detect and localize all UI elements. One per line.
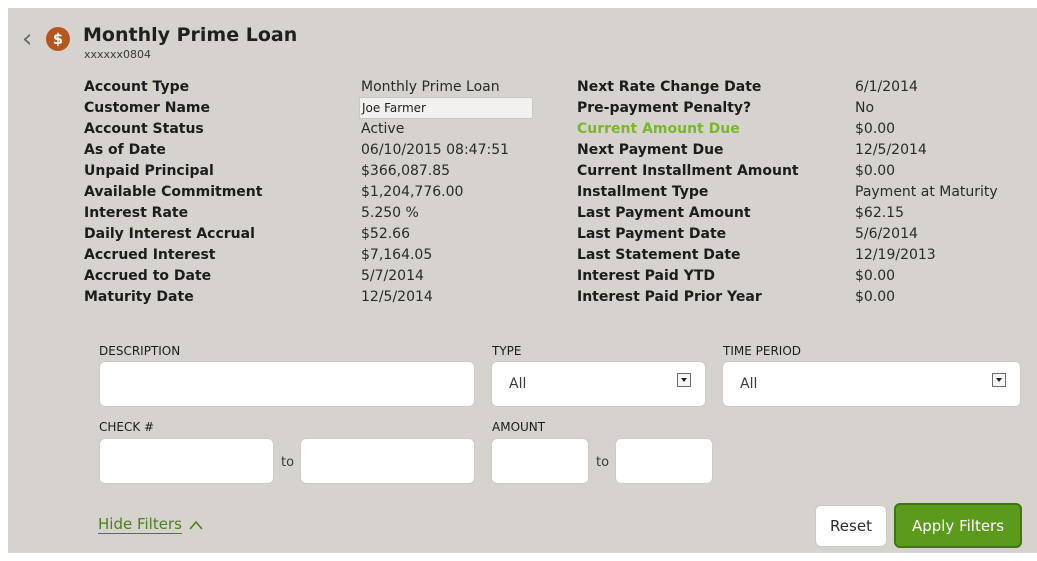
amount-to-input[interactable] (615, 438, 713, 484)
value-installment-type: Payment at Maturity (855, 184, 998, 200)
back-chevron-icon[interactable]: ‹ (22, 26, 36, 52)
value-account-status: Active (361, 121, 405, 137)
label-next-payment-due: Next Payment Due (577, 142, 724, 158)
label-current-installment-amount: Current Installment Amount (577, 163, 799, 179)
value-daily-interest-accrual: $52.66 (361, 226, 410, 242)
page-title: Monthly Prime Loan (83, 24, 298, 46)
check-to-input[interactable] (300, 438, 475, 484)
apply-filters-button[interactable]: Apply Filters (894, 503, 1022, 548)
label-as-of-date: As of Date (84, 142, 166, 158)
label-account-type: Account Type (84, 79, 190, 95)
label-installment-type: Installment Type (577, 184, 709, 200)
amount-from-input[interactable] (491, 438, 589, 484)
label-interest-paid-prior-year: Interest Paid Prior Year (577, 289, 762, 305)
time-period-select[interactable]: All (722, 361, 1021, 407)
label-current-amount-due: Current Amount Due (577, 121, 740, 137)
description-label: DESCRIPTION (99, 344, 181, 358)
check-range-to: to (281, 455, 295, 470)
time-period-label: TIME PERIOD (723, 344, 801, 358)
value-interest-paid-prior-year: $0.00 (855, 289, 896, 305)
label-last-payment-amount: Last Payment Amount (577, 205, 751, 221)
value-next-rate-change-date: 6/1/2014 (855, 79, 918, 95)
value-available-commitment: $1,204,776.00 (361, 184, 464, 200)
value-interest-paid-ytd: $0.00 (855, 268, 896, 284)
type-select[interactable]: All (491, 361, 706, 407)
type-select-value: All (509, 376, 527, 392)
type-label: TYPE (492, 344, 522, 358)
label-prepayment-penalty: Pre-payment Penalty? (577, 100, 752, 116)
check-from-input[interactable] (99, 438, 274, 484)
label-interest-rate: Interest Rate (84, 205, 189, 221)
value-current-amount-due: $0.00 (855, 121, 896, 137)
label-customer-name: Customer Name (84, 100, 210, 116)
label-daily-interest-accrual: Daily Interest Accrual (84, 226, 255, 242)
label-last-payment-date: Last Payment Date (577, 226, 727, 242)
label-accrued-to-date: Accrued to Date (84, 268, 212, 284)
value-unpaid-principal: $366,087.85 (361, 163, 451, 179)
value-as-of-date: 06/10/2015 08:47:51 (361, 142, 510, 158)
label-next-rate-change-date: Next Rate Change Date (577, 79, 762, 95)
label-accrued-interest: Accrued Interest (84, 247, 216, 263)
value-prepayment-penalty: No (855, 100, 875, 116)
reset-button[interactable]: Reset (815, 505, 887, 547)
customer-name-field[interactable]: Joe Farmer (359, 97, 533, 119)
hide-filters-link[interactable]: Hide Filters (98, 516, 182, 534)
dollar-coin-icon: $ (46, 27, 70, 51)
amount-range-to: to (596, 455, 610, 470)
dropdown-arrow-icon[interactable] (992, 373, 1006, 387)
account-number: xxxxxx0804 (84, 48, 152, 61)
description-input[interactable] (99, 361, 475, 407)
value-current-installment-amount: $0.00 (855, 163, 896, 179)
value-accrued-to-date: 5/7/2014 (361, 268, 424, 284)
value-account-type: Monthly Prime Loan (361, 79, 500, 95)
label-available-commitment: Available Commitment (84, 184, 263, 200)
chevron-up-icon[interactable] (189, 518, 203, 532)
amount-label: AMOUNT (492, 420, 546, 434)
value-next-payment-due: 12/5/2014 (855, 142, 927, 158)
check-number-label: CHECK # (99, 420, 155, 434)
label-last-statement-date: Last Statement Date (577, 247, 741, 263)
label-account-status: Account Status (84, 121, 204, 137)
label-interest-paid-ytd: Interest Paid YTD (577, 268, 715, 284)
label-unpaid-principal: Unpaid Principal (84, 163, 214, 179)
value-last-payment-date: 5/6/2014 (855, 226, 918, 242)
value-accrued-interest: $7,164.05 (361, 247, 433, 263)
value-interest-rate: 5.250 % (361, 205, 419, 221)
dropdown-arrow-icon[interactable] (677, 373, 691, 387)
value-last-payment-amount: $62.15 (855, 205, 904, 221)
label-maturity-date: Maturity Date (84, 289, 194, 305)
value-last-statement-date: 12/19/2013 (855, 247, 936, 263)
value-maturity-date: 12/5/2014 (361, 289, 433, 305)
time-period-select-value: All (740, 376, 758, 392)
